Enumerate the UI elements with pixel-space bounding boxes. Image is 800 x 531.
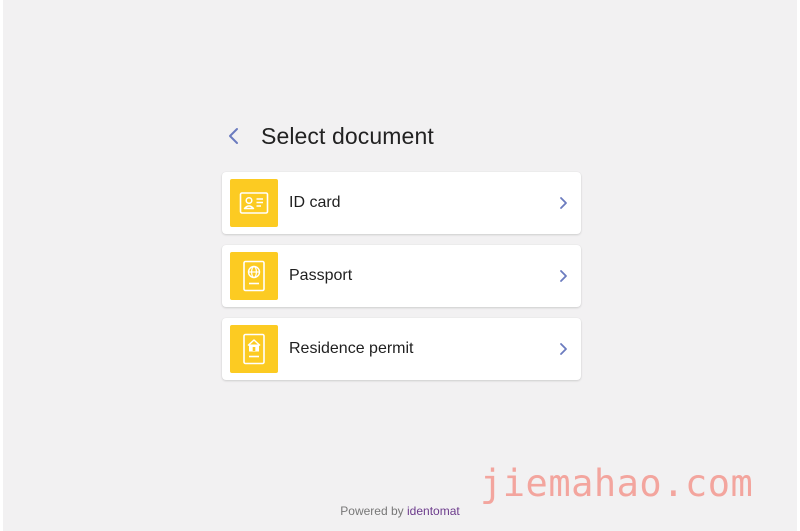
back-button[interactable] [228,118,248,154]
id-card-icon [230,179,278,227]
document-option-label: Passport [289,267,353,284]
residence-permit-icon [230,325,278,373]
document-list: ID card Passport Residence permit [222,172,581,391]
chevron-right-icon [560,343,567,355]
document-option-label: ID card [289,194,341,211]
page-title: Select document [261,122,434,149]
document-option-label: Residence permit [289,340,414,357]
powered-by-label: Powered by [340,504,404,518]
document-option-id-card[interactable]: ID card [222,172,581,234]
chevron-right-icon [560,270,567,282]
chevron-left-icon [229,128,238,144]
passport-icon [230,252,278,300]
brand-link[interactable]: identomat [407,504,460,518]
page-header: Select document [228,118,434,154]
chevron-right-icon [560,197,567,209]
watermark-text: jiemahao.com [480,462,754,505]
powered-by-footer: Powered by identomat [0,504,800,518]
document-option-residence-permit[interactable]: Residence permit [222,318,581,380]
document-option-passport[interactable]: Passport [222,245,581,307]
